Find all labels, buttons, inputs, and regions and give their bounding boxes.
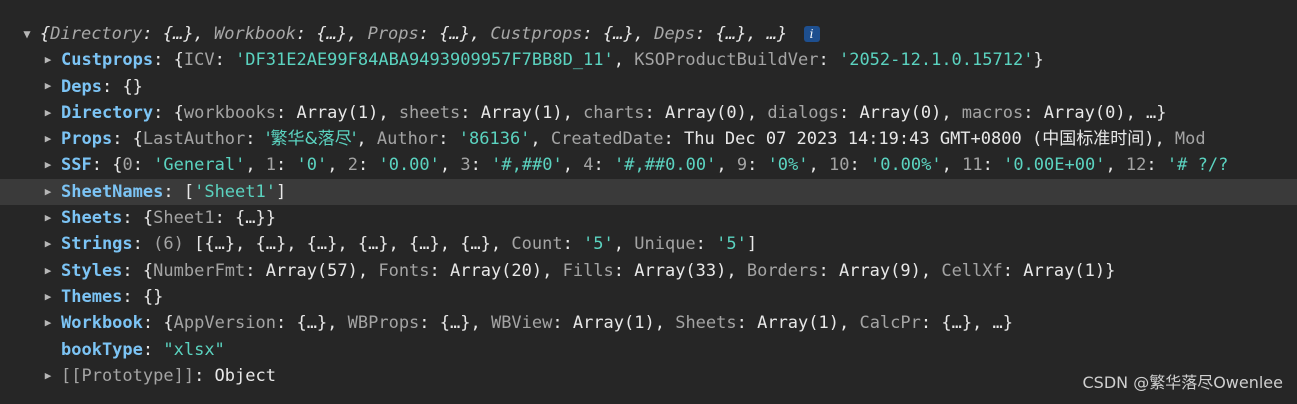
collapsed-triangle-icon[interactable]: ▶ [41,284,55,310]
property-row-custprops[interactable]: ▶ Custprops: {ICV: 'DF31E2AE99F84ABA9493… [0,47,1297,73]
property-row-directory[interactable]: ▶ Directory: {workbooks: Array(1), sheet… [0,100,1297,126]
property-key: Themes [61,286,123,307]
property-value: ['Sheet1'] [183,181,287,202]
property-key: SSF [61,155,92,176]
collapsed-triangle-icon[interactable]: ▶ [41,47,55,73]
collapsed-triangle-icon[interactable]: ▶ [41,310,55,336]
property-key: bookType [61,339,143,360]
collapsed-triangle-icon[interactable]: ▶ [41,179,55,205]
property-value: {0: 'General', 1: '0', 2: '0.00', 3: '#,… [112,155,1229,176]
root-object-preview[interactable]: {Directory: {…}, Workbook: {…}, Props: {… [40,24,798,44]
property-value: {ICV: 'DF31E2AE99F84ABA9493909957F7BB8D_… [173,50,1044,71]
info-icon[interactable]: i [803,26,820,42]
collapsed-triangle-icon[interactable]: ▶ [41,100,55,126]
property-value: {Sheet1: {…}} [142,208,276,229]
watermark: CSDN @繁华落尽Owenlee [1082,373,1283,392]
property-key: Custprops [61,50,154,71]
property-value: (6) [{…}, {…}, {…}, {…}, {…}, {…}, Count… [153,234,758,255]
property-row-ssf[interactable]: ▶ SSF: {0: 'General', 1: '0', 2: '0.00',… [0,152,1297,178]
property-row-booktype: bookType: "xlsx" [61,339,225,360]
collapsed-triangle-icon[interactable]: ▶ [41,258,55,284]
property-key: SheetNames [61,181,164,202]
collapsed-triangle-icon[interactable]: ▶ [41,152,55,178]
property-row-strings[interactable]: ▶ Strings: (6) [{…}, {…}, {…}, {…}, {…},… [0,231,1297,257]
property-value: {} [142,286,164,307]
property-row-deps[interactable]: ▶ Deps: {} [0,74,1297,100]
property-row-styles[interactable]: ▶ Styles: {NumberFmt: Array(57), Fonts: … [0,258,1297,284]
property-key: Workbook [61,313,143,334]
property-value: Object [214,365,276,386]
property-key: Styles [61,260,123,281]
property-row-sheetnames[interactable]: ▶ SheetNames: ['Sheet1'] [0,178,1297,206]
root-object-row[interactable]: ▼ {Directory: {…}, Workbook: {…}, Props:… [0,21,1297,47]
property-value: {LastAuthor: '繁华&落尽', Author: '86136', C… [132,129,1206,150]
property-value: {NumberFmt: Array(57), Fonts: Array(20),… [142,260,1116,281]
collapsed-triangle-icon[interactable]: ▶ [41,205,55,231]
property-value: "xlsx" [163,339,225,360]
property-key: Sheets [61,208,123,229]
collapsed-triangle-icon[interactable]: ▶ [41,231,55,257]
property-key: Directory [61,102,154,123]
collapsed-triangle-icon[interactable]: ▶ [41,74,55,100]
collapsed-triangle-icon[interactable]: ▶ [41,363,55,389]
property-value: {workbooks: Array(1), sheets: Array(1), … [173,102,1167,123]
collapsed-triangle-icon[interactable]: ▶ [41,126,55,152]
property-value: {} [122,76,143,97]
property-key: [[Prototype]] [61,365,195,386]
property-row-sheets[interactable]: ▶ Sheets: {Sheet1: {…}} [0,205,1297,231]
expanded-triangle-icon[interactable]: ▼ [20,21,34,47]
property-key: Strings [61,234,133,255]
property-row-workbook[interactable]: ▶ Workbook: {AppVersion: {…}, WBProps: {… [0,310,1297,336]
property-row-themes[interactable]: ▶ Themes: {} [0,284,1297,310]
property-key: Deps [61,76,102,97]
property-row-props[interactable]: ▶ Props: {LastAuthor: '繁华&落尽', Author: '… [0,126,1297,152]
devtools-console-output: ▼ {Directory: {…}, Workbook: {…}, Props:… [0,21,1297,396]
property-value: {AppVersion: {…}, WBProps: {…}, WBView: … [163,313,1013,334]
property-key: Props [61,129,113,150]
